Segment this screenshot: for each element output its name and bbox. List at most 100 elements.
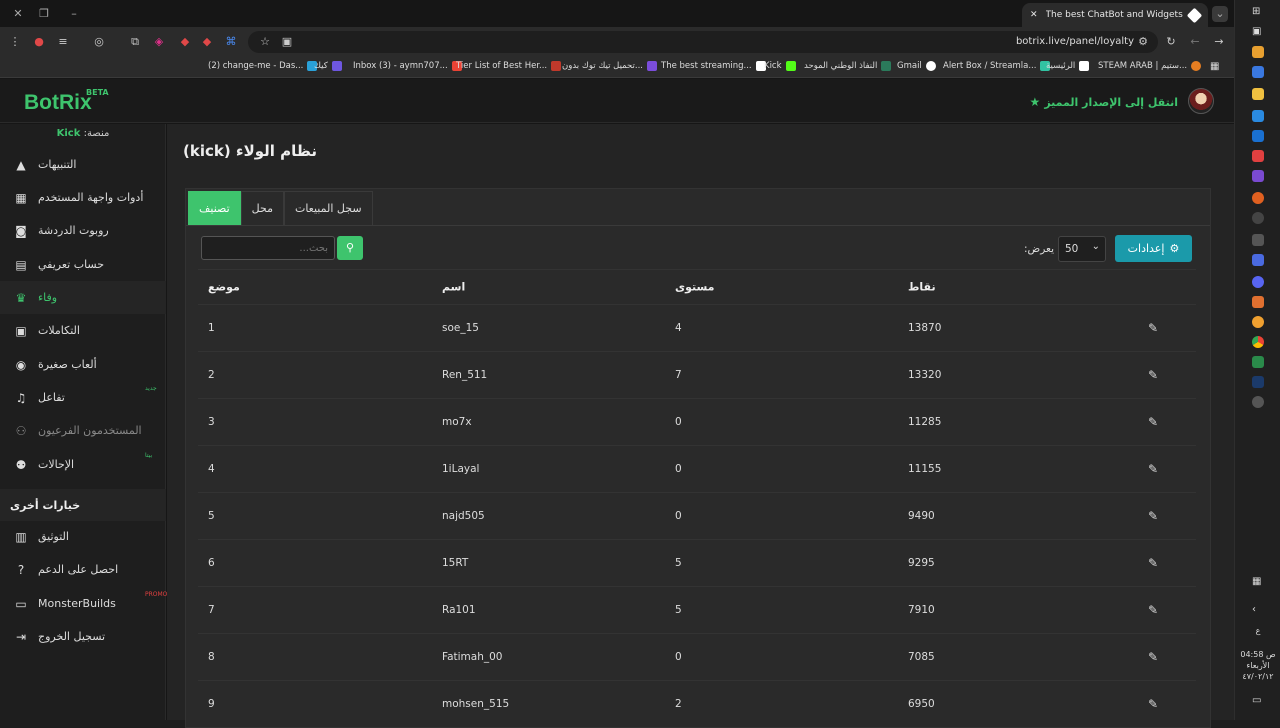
browser-tab[interactable]: ✕ The best ChatBot and Widgets xyxy=(1022,3,1208,27)
edit-icon[interactable]: ✎ xyxy=(1148,415,1158,429)
translate-icon[interactable]: ⌘ xyxy=(224,35,238,49)
sidebar-item-widgets[interactable]: ▦ أدوات واجهة المستخدم xyxy=(0,181,166,214)
bookmark[interactable]: الرئيسية xyxy=(1046,61,1090,71)
site-settings-icon[interactable]: ⚙ xyxy=(1136,35,1150,49)
header-name[interactable]: اسم xyxy=(442,281,465,294)
app-icon[interactable] xyxy=(1252,296,1264,308)
edit-icon[interactable]: ✎ xyxy=(1148,603,1158,617)
outlook-icon[interactable] xyxy=(1252,130,1264,142)
bookmark-star-icon[interactable]: ☆ xyxy=(258,35,272,49)
back-icon[interactable]: → xyxy=(1212,35,1226,49)
page-size-select[interactable]: 50 ⌄ xyxy=(1058,236,1106,262)
extension-icon[interactable]: ◈ xyxy=(152,35,166,49)
botrix-logo[interactable]: BotRix xyxy=(24,91,92,115)
app-icon[interactable] xyxy=(1252,234,1264,246)
keyboard-icon[interactable]: ▦ xyxy=(1252,576,1264,588)
app-icon[interactable] xyxy=(1252,212,1264,224)
app-icon[interactable] xyxy=(1252,316,1264,328)
extension-icon[interactable]: ◆ xyxy=(200,35,214,49)
search-input[interactable] xyxy=(201,236,335,260)
sidebar-item-monsterbuilds[interactable]: ▭ MonsterBuilds PROMO xyxy=(0,587,167,620)
file-explorer-icon[interactable] xyxy=(1252,88,1264,100)
restore-window-icon[interactable]: ❐ xyxy=(36,6,52,22)
url-text[interactable]: botrix.live/panel/loyalty xyxy=(1016,36,1134,47)
calendar-icon[interactable] xyxy=(1252,150,1264,162)
chrome-icon[interactable] xyxy=(1252,336,1264,348)
bookmark[interactable]: Gmail xyxy=(897,61,936,71)
settings-button[interactable]: إعدادات ⚙ xyxy=(1115,235,1192,262)
bookmark[interactable]: STEAM ARAB | ستيم... xyxy=(1098,61,1202,71)
sidebar-item-profile[interactable]: ▤ حساب تعريفي xyxy=(0,248,166,281)
clock-time[interactable]: 04:58 ص xyxy=(1237,650,1279,660)
extensions-puzzle-icon[interactable]: ⧉ xyxy=(128,35,142,49)
extension-icon[interactable]: ◎ xyxy=(92,35,106,49)
header-level[interactable]: مستوى xyxy=(675,281,714,294)
bookmark[interactable]: Inbox (3) - aymn707... xyxy=(353,61,462,71)
sidebar-item-referrals[interactable]: ⚉ الإحالات بيتا xyxy=(0,448,166,481)
table-row: 2 Ren_511 7 13320 ✎ xyxy=(198,352,1196,399)
sidebar-item-logout[interactable]: ⇥ تسجيل الخروج xyxy=(0,620,166,653)
settings-icon[interactable] xyxy=(1252,396,1264,408)
premium-link[interactable]: انتقل إلى الإصدار المميز ★ xyxy=(1030,95,1178,109)
bookmark-favicon-icon xyxy=(1079,61,1090,71)
forward-icon[interactable]: ← xyxy=(1188,35,1202,49)
tab-search-icon[interactable]: ⌄ xyxy=(1212,6,1228,22)
discord-icon[interactable] xyxy=(1252,276,1264,288)
sidebar-item-docs[interactable]: ▥ التوثيق xyxy=(0,520,166,553)
app-icon[interactable] xyxy=(1252,46,1264,58)
bookmark[interactable]: Kick xyxy=(764,61,796,71)
tab-leaderboard[interactable]: تصنيف xyxy=(188,191,241,225)
edit-icon[interactable]: ✎ xyxy=(1148,697,1158,711)
all-bookmarks-icon[interactable]: ▦ xyxy=(1210,61,1219,72)
app-icon[interactable] xyxy=(1252,254,1264,266)
star-icon: ★ xyxy=(1029,95,1041,109)
sidebar-item-chatbot[interactable]: ◙ روبوت الدردشة xyxy=(0,214,166,247)
app-icon[interactable] xyxy=(1252,110,1264,122)
bookmark[interactable]: Alert Box / Streamla... xyxy=(943,61,1051,71)
header-points[interactable]: نقاط xyxy=(908,281,936,294)
app-icon[interactable] xyxy=(1252,170,1264,182)
search-button[interactable]: ⚲ xyxy=(337,236,363,260)
edit-icon[interactable]: ✎ xyxy=(1148,321,1158,335)
edit-icon[interactable]: ✎ xyxy=(1148,556,1158,570)
edit-icon[interactable]: ✎ xyxy=(1148,509,1158,523)
task-view-icon[interactable]: ▣ xyxy=(1252,26,1264,38)
start-icon[interactable]: ⊞ xyxy=(1252,6,1264,18)
bookmark[interactable]: النفاذ الوطني الموحد xyxy=(804,61,892,71)
header-position[interactable]: موضع xyxy=(208,281,240,294)
app-icon[interactable] xyxy=(1252,356,1264,368)
sidebar-item-loyalty[interactable]: ♛ وفاء xyxy=(0,281,166,314)
bookmark[interactable]: Tier List of Best Her... xyxy=(456,61,562,71)
minimize-window-icon[interactable]: – xyxy=(66,6,82,22)
edit-icon[interactable]: ✎ xyxy=(1148,368,1158,382)
avatar[interactable] xyxy=(1188,88,1214,114)
extension-icon[interactable]: ● xyxy=(32,35,46,49)
sidebar-item-minigames[interactable]: ◉ ألعاب صغيرة xyxy=(0,348,166,381)
edit-icon[interactable]: ✎ xyxy=(1148,650,1158,664)
sidebar-item-subusers[interactable]: ⚇ المستخدمون الفرعيون xyxy=(0,414,166,447)
bookmark[interactable]: تحميل تيك توك بدون... xyxy=(562,61,658,71)
tab-sales-log[interactable]: سجل المبيعات xyxy=(283,191,373,225)
app-icon[interactable] xyxy=(1252,192,1264,204)
sidebar-item-support[interactable]: ? احصل على الدعم xyxy=(0,553,166,586)
language-indicator[interactable]: ع xyxy=(1237,626,1279,636)
extension-icon[interactable]: ◆ xyxy=(178,35,192,49)
bookmark[interactable]: The best streaming... xyxy=(661,61,766,71)
app-icon[interactable] xyxy=(1252,66,1264,78)
screen-share-icon[interactable]: ▣ xyxy=(280,35,294,49)
bookmark[interactable]: (2) change-me - Das... xyxy=(208,61,318,71)
menu-icon[interactable]: ⋮ xyxy=(8,35,22,49)
reload-icon[interactable]: ↻ xyxy=(1164,35,1178,49)
tab-close-icon[interactable]: ✕ xyxy=(1030,10,1038,20)
edit-icon[interactable]: ✎ xyxy=(1148,462,1158,476)
steam-icon[interactable] xyxy=(1252,376,1264,388)
sidebar-item-alerts[interactable]: ▲ التنبيهات xyxy=(0,148,166,181)
sidebar-item-interaction[interactable]: ♫ تفاعل جديد xyxy=(0,381,166,414)
tab-shop[interactable]: محل xyxy=(240,191,284,225)
bookmark[interactable]: كيك xyxy=(314,61,342,71)
extension-icon[interactable]: ≡ xyxy=(56,35,70,49)
close-window-icon[interactable]: ✕ xyxy=(10,6,26,22)
sidebar-item-integrations[interactable]: ▣ التكاملات xyxy=(0,314,166,347)
chevron-left-icon[interactable]: ‹ xyxy=(1252,604,1264,616)
notifications-icon[interactable]: ▭ xyxy=(1252,695,1264,707)
